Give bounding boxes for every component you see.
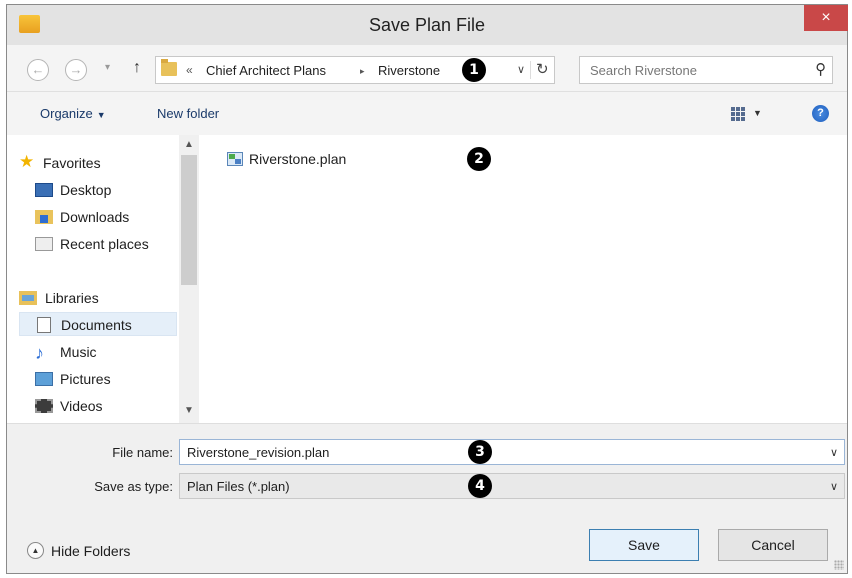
save-as-type-select[interactable]: Plan Files (*.plan) ∨ [179, 473, 845, 499]
window-title: Save Plan File [368, 15, 486, 35]
sidebar-item-label: Favorites [43, 155, 101, 171]
sidebar-item-label: Music [60, 344, 97, 360]
callout-badge-4: 4 [468, 474, 492, 498]
up-button[interactable]: ↑ [133, 59, 141, 77]
sidebar-item-videos[interactable]: Videos [35, 394, 177, 418]
hide-folders-label: Hide Folders [51, 543, 131, 559]
scroll-down-icon[interactable]: ▼ [184, 405, 194, 416]
save-as-type-label: Save as type: [94, 479, 173, 494]
callout-badge-3: 3 [468, 440, 492, 464]
star-icon: ★ [19, 152, 35, 171]
music-icon: ♪ [35, 343, 44, 363]
sidebar-item-label: Downloads [60, 209, 130, 225]
sidebar-item-recent-places[interactable]: Recent places [35, 232, 177, 256]
file-name-dropdown-icon[interactable]: ∨ [830, 446, 838, 459]
sidebar-item-label: Videos [60, 398, 103, 414]
recent-locations-icon[interactable]: ▾ [105, 62, 110, 73]
libraries-icon [19, 291, 37, 305]
downloads-icon [35, 210, 53, 224]
navigation-pane-scrollbar[interactable]: ▲ ▼ [179, 135, 199, 423]
search-input[interactable]: Search Riverstone ⚲ [579, 56, 833, 84]
save-button[interactable]: Save [589, 529, 699, 561]
sidebar-item-libraries[interactable]: Libraries [19, 286, 177, 310]
breadcrumb-separator-icon[interactable]: ▸ [360, 66, 365, 77]
sidebar-item-documents[interactable]: Documents [19, 312, 177, 336]
organize-caret-icon: ▼ [96, 110, 106, 120]
save-options-panel: File name: Riverstone_revision.plan ∨ 3 … [7, 423, 847, 573]
close-button[interactable]: × [804, 5, 848, 31]
sidebar-item-label: Libraries [45, 290, 99, 306]
breadcrumb-chief-architect-plans[interactable]: Chief Architect Plans [206, 63, 326, 78]
back-button[interactable]: ← [27, 59, 49, 81]
title-bar: Save Plan File × [7, 5, 848, 45]
cancel-button[interactable]: Cancel [718, 529, 828, 561]
navigation-bar: ← → ▾ ↑ « Chief Architect Plans ▸ Rivers… [7, 45, 847, 91]
breadcrumb-overflow[interactable]: « [186, 63, 193, 77]
resize-grip-icon[interactable] [834, 560, 844, 570]
collapse-arrow-icon: ▲ [27, 542, 44, 559]
address-divider [530, 61, 531, 79]
sidebar-item-pictures[interactable]: Pictures [35, 367, 177, 391]
help-icon[interactable]: ? [812, 105, 829, 122]
scroll-thumb[interactable] [181, 155, 197, 285]
search-placeholder: Search Riverstone [590, 63, 697, 78]
save-plan-file-dialog: Save Plan File × ← → ▾ ↑ « Chief Archite… [6, 4, 848, 574]
organize-button[interactable]: Organize ▼ [40, 106, 106, 121]
forward-button[interactable]: → [65, 59, 87, 81]
file-name-label: Riverstone.plan [249, 151, 347, 167]
desktop-icon [35, 183, 53, 197]
sidebar-item-music[interactable]: ♪ Music [35, 340, 177, 364]
save-as-type-dropdown-icon[interactable]: ∨ [830, 480, 838, 493]
search-icon[interactable]: ⚲ [815, 60, 826, 78]
callout-badge-2: 2 [467, 147, 491, 171]
sidebar-item-label: Pictures [60, 371, 111, 387]
file-name-field-label: File name: [112, 445, 173, 460]
scroll-up-icon[interactable]: ▲ [184, 139, 194, 150]
videos-icon [35, 399, 53, 413]
documents-icon [37, 317, 51, 333]
navigation-pane[interactable]: ★ Favorites Desktop Downloads Recent pla… [7, 135, 199, 423]
sidebar-item-label: Recent places [60, 236, 149, 252]
command-toolbar: Organize ▼ New folder ▼ ? [7, 91, 847, 135]
pictures-icon [35, 372, 53, 386]
refresh-icon[interactable]: ↻ [536, 60, 549, 78]
callout-badge-1: 1 [462, 58, 486, 82]
sidebar-item-desktop[interactable]: Desktop [35, 178, 177, 202]
address-bar[interactable]: « Chief Architect Plans ▸ Riverstone ∨ ↻ [155, 56, 555, 84]
sidebar-item-label: Documents [61, 317, 132, 333]
sidebar-item-label: Desktop [60, 182, 112, 198]
change-view-icon[interactable] [731, 107, 745, 121]
file-name-input[interactable]: Riverstone_revision.plan ∨ [179, 439, 845, 465]
plan-file-icon [227, 152, 243, 166]
sidebar-item-favorites[interactable]: ★ Favorites [19, 151, 177, 175]
view-options-caret-icon[interactable]: ▼ [753, 108, 762, 118]
breadcrumb-riverstone[interactable]: Riverstone [378, 63, 440, 78]
folder-icon [161, 59, 177, 76]
address-dropdown-icon[interactable]: ∨ [517, 63, 525, 76]
organize-label: Organize [40, 106, 93, 121]
file-name-value: Riverstone_revision.plan [187, 445, 330, 460]
recent-places-icon [35, 237, 53, 251]
new-folder-button[interactable]: New folder [157, 106, 219, 121]
save-as-type-value: Plan Files (*.plan) [187, 479, 290, 494]
sidebar-item-downloads[interactable]: Downloads [35, 205, 177, 229]
file-list-pane[interactable]: Riverstone.plan 2 [199, 135, 847, 423]
